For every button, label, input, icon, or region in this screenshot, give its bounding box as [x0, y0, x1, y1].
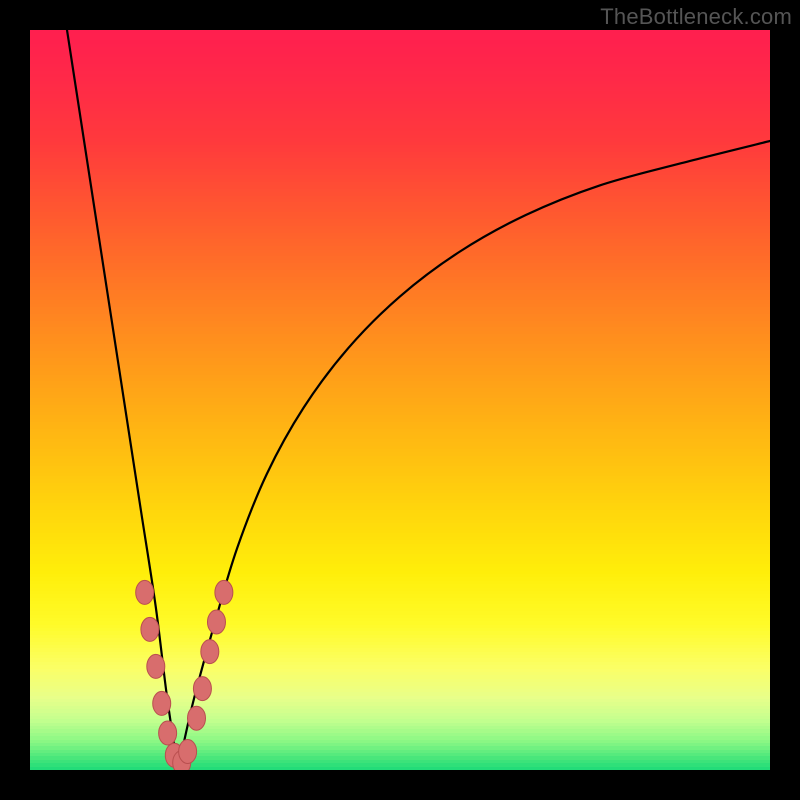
- sample-dot: [153, 691, 171, 715]
- curve-right-branch: [178, 141, 770, 770]
- sample-dot: [136, 580, 154, 604]
- sample-dot: [201, 640, 219, 664]
- sample-dot: [147, 654, 165, 678]
- bottleneck-curve: [30, 30, 770, 770]
- sample-dot: [159, 721, 177, 745]
- sample-dot: [188, 706, 206, 730]
- chart-frame: TheBottleneck.com: [0, 0, 800, 800]
- sample-dot: [179, 740, 197, 764]
- sample-dot: [193, 677, 211, 701]
- sample-dot: [141, 617, 159, 641]
- sample-dot: [207, 610, 225, 634]
- plot-area: [30, 30, 770, 770]
- attribution-label: TheBottleneck.com: [600, 4, 792, 30]
- sample-dot: [215, 580, 233, 604]
